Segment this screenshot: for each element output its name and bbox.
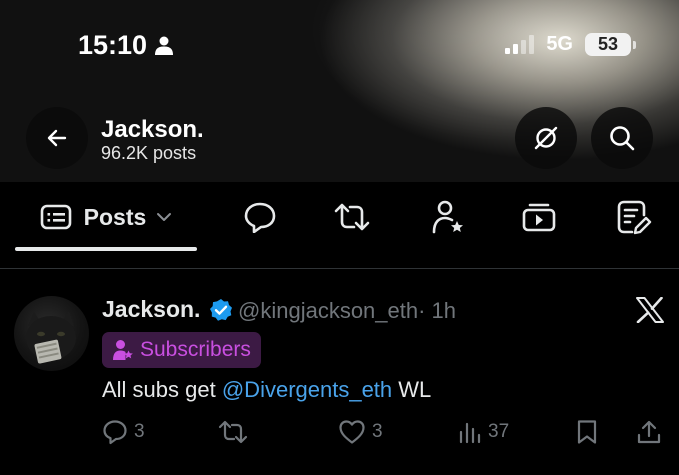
articles-edit-icon <box>617 200 652 235</box>
chevron-down-icon[interactable] <box>156 212 172 222</box>
subscribers-badge: Subscribers <box>102 332 261 368</box>
repost-icon <box>334 203 370 231</box>
replies-bubble-icon <box>244 202 276 233</box>
grok-icon <box>534 126 558 150</box>
back-button[interactable] <box>26 107 88 169</box>
repost-icon <box>218 420 248 444</box>
views-button[interactable]: 37 <box>458 418 509 446</box>
tweet-text-suffix: WL <box>392 377 432 402</box>
battery-icon: 53 <box>585 33 636 56</box>
heart-icon <box>339 420 365 444</box>
tweet-text: All subs get @Divergents_eth WL <box>102 377 431 403</box>
share-button[interactable] <box>636 418 662 446</box>
grok-button[interactable] <box>515 107 577 169</box>
person-icon <box>155 36 174 55</box>
avatar[interactable] <box>14 296 89 371</box>
x-logo-icon <box>636 297 664 323</box>
tweet-author-name[interactable]: Jackson. <box>102 296 200 323</box>
reply-count: 3 <box>134 421 145 442</box>
tab-posts-label: Posts <box>83 203 147 230</box>
reply-button[interactable]: 3 <box>102 418 145 446</box>
subscriber-person-star-icon <box>113 340 133 360</box>
posts-list-icon <box>40 204 71 230</box>
tweet-mention-link[interactable]: @Divergents_eth <box>222 377 392 402</box>
tab-active-indicator <box>15 247 197 251</box>
profile-post-count: 96.2K posts <box>101 143 197 163</box>
video-icon <box>522 203 556 232</box>
avatar-cat-image <box>26 311 76 364</box>
tweet-handle[interactable]: @kingjackson_eth <box>238 298 418 323</box>
status-time: 15:10 <box>78 30 174 61</box>
tweet-text-prefix: All subs get <box>102 377 222 402</box>
search-icon <box>610 126 635 151</box>
status-time-text: 15:10 <box>78 30 148 60</box>
tab-articles[interactable] <box>612 182 656 252</box>
profile-name: Jackson. <box>101 116 204 143</box>
tab-reposts[interactable] <box>330 182 374 252</box>
signal-icon <box>505 35 535 54</box>
battery-level: 53 <box>597 34 619 54</box>
network-label: 5G <box>546 33 573 55</box>
subscribers-person-star-icon <box>432 200 463 234</box>
bookmark-icon <box>577 420 597 444</box>
tab-replies[interactable] <box>238 182 282 252</box>
tweet-time: · 1h <box>418 298 457 323</box>
tab-posts[interactable]: Posts <box>15 182 197 252</box>
profile-tab-bar: Posts <box>0 182 679 252</box>
like-count: 3 <box>372 421 383 442</box>
share-icon <box>637 420 661 444</box>
search-button[interactable] <box>591 107 653 169</box>
repost-button[interactable] <box>218 418 254 446</box>
like-button[interactable]: 3 <box>338 418 383 446</box>
tab-subscribers[interactable] <box>426 182 470 252</box>
arrow-left-icon <box>47 129 67 147</box>
status-right: 5G 53 <box>505 33 636 56</box>
verified-badge-icon <box>210 299 232 321</box>
reply-icon <box>103 420 127 445</box>
section-divider <box>0 268 679 269</box>
subscribers-badge-label: Subscribers <box>140 338 251 361</box>
bookmark-button[interactable] <box>576 418 598 446</box>
views-bar-chart-icon <box>459 422 481 444</box>
tweet-handle-time: @kingjackson_eth· 1h <box>238 298 456 324</box>
views-count: 37 <box>488 421 510 442</box>
tab-videos[interactable] <box>517 182 561 252</box>
